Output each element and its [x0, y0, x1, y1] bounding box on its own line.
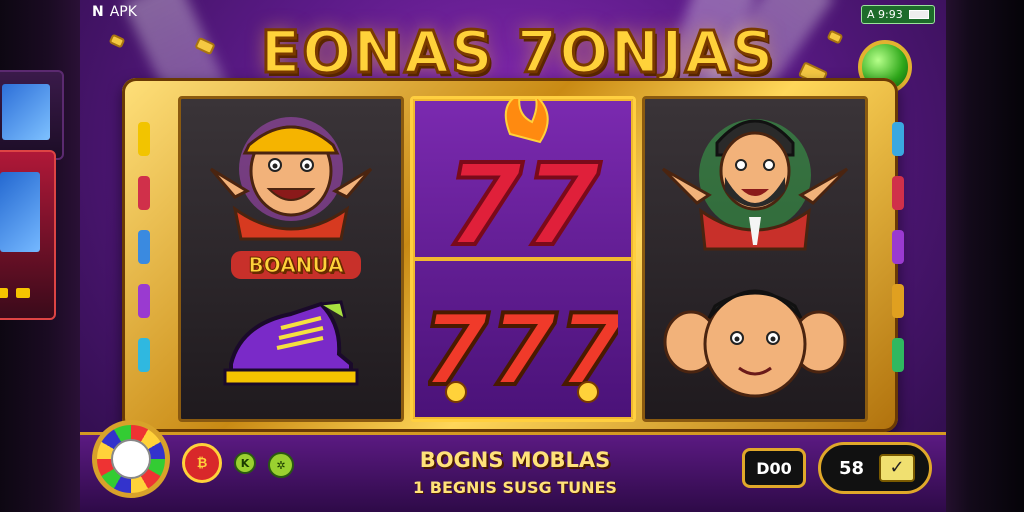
- bearded-character-icon: [661, 119, 849, 251]
- app-logo-icon: N: [92, 4, 104, 20]
- cap-character-icon: [209, 117, 373, 241]
- right-gem-column: [892, 122, 904, 372]
- sneaker-icon: [223, 300, 359, 386]
- credit-value: D00: [756, 458, 792, 478]
- reel-middle: 77 777: [410, 96, 636, 422]
- reel-left-top-cell: [181, 99, 401, 259]
- credit-display: D00: [742, 448, 806, 488]
- right-background: [946, 0, 1024, 512]
- bet-button[interactable]: ₿: [182, 443, 222, 483]
- bet-value: 58: [839, 457, 865, 479]
- status-right: A 9:93: [861, 5, 935, 24]
- reels: BOANUA 77 777: [178, 96, 868, 422]
- option-button[interactable]: K: [234, 452, 256, 474]
- svg-text:77: 77: [445, 141, 601, 264]
- game-title: EONAS 7ONJAS: [259, 17, 776, 88]
- arcade-cabinet: [0, 150, 56, 320]
- spin-wheel-button[interactable]: [92, 420, 170, 498]
- battery-icon: [909, 10, 929, 19]
- bonus-subline: 1 BEGNIS SUSG TUNES: [413, 478, 617, 497]
- big-eared-character-icon: [663, 289, 847, 398]
- reel-left: BOANUA: [178, 96, 404, 422]
- checkmark-icon: ✓: [879, 454, 915, 482]
- status-time: A 9:93: [867, 8, 903, 21]
- left-gem-column: [138, 122, 150, 372]
- reel-right-top-cell: [645, 99, 865, 259]
- reel-middle-bottom-cell: 777: [413, 259, 633, 419]
- reel-right-bottom-cell: [645, 259, 865, 419]
- settings-button[interactable]: ✲: [268, 452, 294, 478]
- bonus-headline: BOGNS MOBLAS: [419, 448, 611, 472]
- bet-display[interactable]: 58 ✓: [818, 442, 932, 494]
- reel-middle-top-cell: 77: [413, 99, 633, 264]
- reel-right: [642, 96, 868, 422]
- seven-seven-icon: 77: [443, 99, 603, 264]
- reel-left-bottom-cell: [181, 259, 401, 419]
- triple-seven-icon: 777: [428, 292, 618, 410]
- spin-wheel-center: [111, 439, 151, 479]
- status-left: N APK: [92, 4, 137, 20]
- left-background: [0, 0, 80, 512]
- arcade-cabinet: [0, 70, 64, 160]
- apk-label: APK: [109, 4, 137, 20]
